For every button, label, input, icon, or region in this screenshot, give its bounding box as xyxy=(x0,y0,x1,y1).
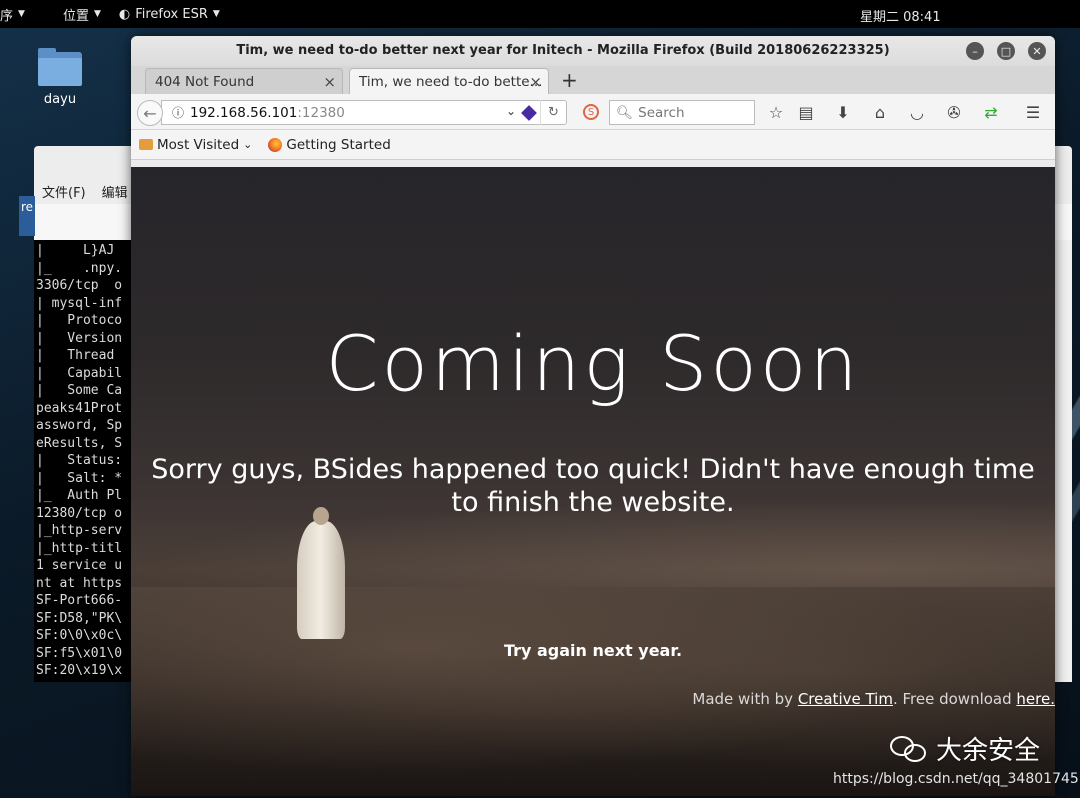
url-host: 192.168.56.101 xyxy=(190,104,298,121)
download-here-link[interactable]: here. xyxy=(1016,690,1055,708)
chevron-down-icon: ▼ xyxy=(18,9,25,19)
back-arrow-icon[interactable]: ← xyxy=(137,100,163,126)
bookmarks-toolbar: Most Visited ⌄ Getting Started xyxy=(131,130,1055,160)
active-app-menu[interactable]: ◐ Firefox ESR ▼ xyxy=(119,7,230,22)
download-icon[interactable]: ⬇ xyxy=(833,103,853,122)
top-panel: 序 ▼ 位置 ▼ ◐ Firefox ESR ▼ 星期二 08:41 xyxy=(0,0,1080,28)
wechat-icon xyxy=(890,734,928,764)
applications-menu[interactable]: 序 ▼ xyxy=(0,5,35,24)
noscript-icon[interactable]: S xyxy=(583,104,599,120)
chevron-down-icon: ⌄ xyxy=(243,138,253,151)
active-app-label: Firefox ESR xyxy=(135,6,208,22)
footer-credit: Made with by Creative Tim. Free download… xyxy=(692,690,1055,708)
reload-icon[interactable]: ↻ xyxy=(540,100,566,125)
new-tab-icon[interactable]: + xyxy=(561,68,578,92)
places-menu-label: 位置 xyxy=(62,8,89,24)
tab-404[interactable]: 404 Not Found × xyxy=(145,68,343,94)
terminal-menubar: 文件(F) 编辑 xyxy=(42,182,128,201)
footer-prefix: Made with by xyxy=(692,690,794,708)
bookmark-label: Most Visited xyxy=(157,136,240,153)
tab-label: Tim, we need to-do bette... xyxy=(359,73,543,90)
try-again-text: Try again next year. xyxy=(503,641,683,660)
close-tab-icon[interactable]: × xyxy=(323,73,336,91)
watermark: 大余安全 xyxy=(890,730,1040,767)
page-heading: Coming Soon xyxy=(325,319,861,408)
applications-menu-label: 序 xyxy=(0,8,14,24)
folder-icon xyxy=(38,48,82,86)
page-subheading: Sorry guys, BSides happened too quick! D… xyxy=(151,454,1035,518)
home-icon[interactable]: ⌂ xyxy=(870,103,890,122)
web-page: Coming Soon Sorry guys, BSides happened … xyxy=(131,167,1055,796)
url-bar[interactable]: ⓘ 192.168.56.101 :12380 ⌄ ↻ xyxy=(161,100,567,125)
terminal-menu-edit[interactable]: 编辑 xyxy=(102,182,128,201)
navigation-toolbar: ⓘ 192.168.56.101 :12380 ⌄ ↻ ← S 🔍︎ Searc… xyxy=(131,94,1055,130)
window-title: Tim, we need to-do better next year for … xyxy=(236,43,890,58)
firefox-icon xyxy=(268,137,283,152)
firefox-window: Tim, we need to-do better next year for … xyxy=(131,36,1055,796)
firefox-small-icon: ◐ xyxy=(118,6,131,22)
terminal-menu-file[interactable]: 文件(F) xyxy=(42,182,86,201)
creative-tim-link[interactable]: Creative Tim xyxy=(798,690,893,708)
watermark-brand: 大余安全 xyxy=(936,736,1041,766)
chevron-down-icon: ▼ xyxy=(93,9,101,19)
sync-arrows-icon[interactable]: ⇄ xyxy=(981,103,1001,122)
library-icon[interactable]: ▤ xyxy=(796,103,816,122)
close-tab-icon[interactable]: × xyxy=(529,73,542,91)
url-dropdown-icon[interactable]: ⌄ xyxy=(506,104,516,118)
footer-middle: . Free download xyxy=(892,690,1012,708)
hamburger-menu-icon[interactable]: ☰ xyxy=(1023,103,1043,122)
tab-label: 404 Not Found xyxy=(155,73,255,90)
pocket-icon[interactable]: ◡ xyxy=(907,103,927,122)
url-port: :12380 xyxy=(297,104,345,121)
addon-icon[interactable]: ✇ xyxy=(944,103,964,122)
close-icon[interactable]: ✕ xyxy=(1028,42,1046,60)
bookmark-label: Getting Started xyxy=(286,136,391,153)
tab-strip: 404 Not Found × Tim, we need to-do bette… xyxy=(131,66,1055,94)
window-titlebar[interactable]: Tim, we need to-do better next year for … xyxy=(131,36,1055,66)
bookmark-star-icon[interactable]: ☆ xyxy=(766,103,786,122)
folder-icon xyxy=(139,139,153,150)
watermark-url: https://blog.csdn.net/qq_34801745 xyxy=(833,771,1079,787)
search-placeholder: Search xyxy=(638,104,685,121)
info-icon[interactable]: ⓘ xyxy=(166,104,190,121)
desktop-icon-label: dayu xyxy=(43,92,77,107)
terminal-scrollbar[interactable] xyxy=(1054,240,1072,682)
robed-figure-image xyxy=(293,507,349,639)
clock[interactable]: 星期二 08:41 xyxy=(860,6,941,25)
search-input[interactable]: 🔍︎ Search xyxy=(609,100,755,125)
side-tab[interactable]: re xyxy=(19,196,35,236)
chevron-down-icon: ▼ xyxy=(212,9,220,19)
search-icon: 🔍︎ xyxy=(616,104,634,121)
bookmark-most-visited[interactable]: Most Visited ⌄ xyxy=(139,137,252,153)
desktop-folder-dayu[interactable]: dayu xyxy=(30,48,90,107)
bookmark-getting-started[interactable]: Getting Started xyxy=(268,136,391,153)
minimize-icon[interactable]: – xyxy=(966,42,984,60)
maximize-icon[interactable]: □ xyxy=(997,42,1015,60)
extension-gem-icon[interactable] xyxy=(521,105,537,121)
tab-active[interactable]: Tim, we need to-do bette... × xyxy=(349,68,549,94)
places-menu[interactable]: 位置 ▼ xyxy=(63,5,111,24)
